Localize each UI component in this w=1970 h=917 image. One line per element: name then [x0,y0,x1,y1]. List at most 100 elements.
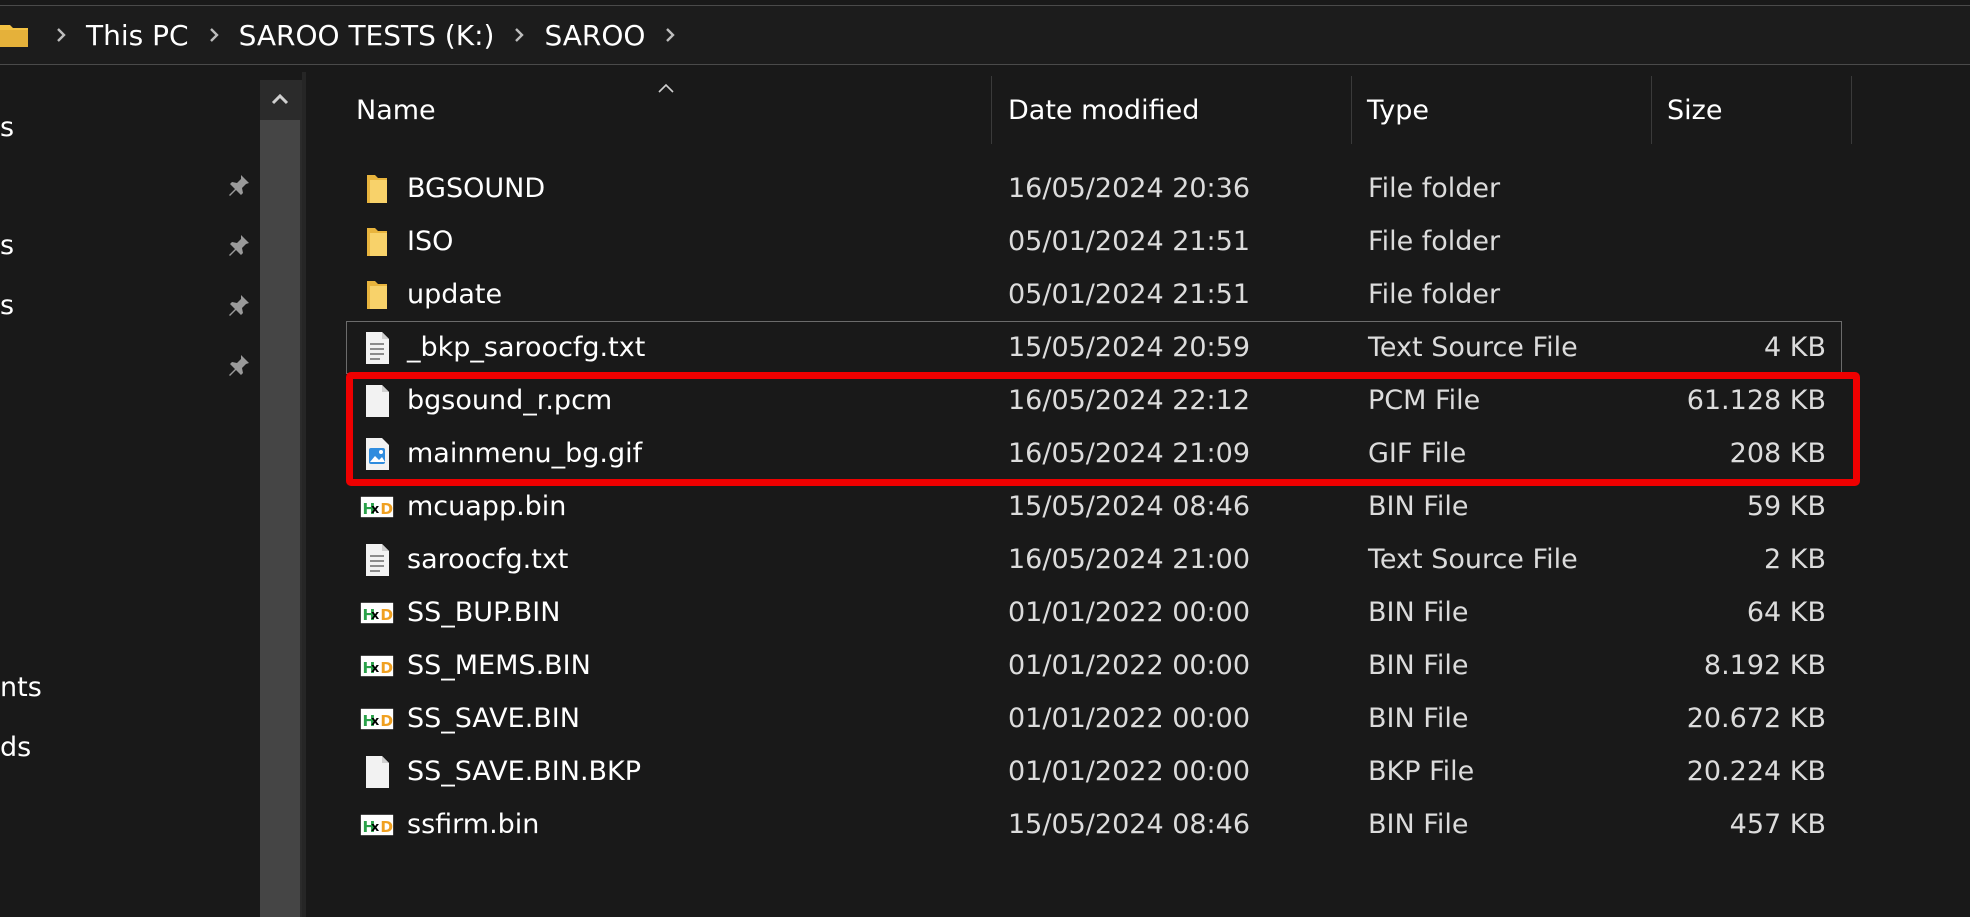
image-file-icon [360,427,394,480]
svg-text:D: D [380,658,393,676]
svg-text:x: x [371,660,380,675]
file-date: 01/01/2022 00:00 [1008,650,1251,681]
breadcrumb: This PC SAROO TESTS (K:) SAROO [50,6,681,64]
nav-item-label[interactable]: s [0,112,14,143]
column-header-size[interactable]: Size [1667,76,1722,144]
breadcrumb-drive[interactable]: SAROO TESTS (K:) [225,19,509,52]
file-type: PCM File [1368,385,1481,416]
file-name: _bkp_saroocfg.txt [407,332,646,363]
folder-icon [360,162,394,215]
column-header-type[interactable]: Type [1367,76,1429,144]
folder-icon [0,23,28,51]
column-header-name[interactable]: Name [356,76,436,144]
column-divider[interactable] [1851,76,1852,144]
chevron-right-icon[interactable] [659,27,681,43]
file-name: mainmenu_bg.gif [407,438,643,469]
file-row[interactable]: SS_SAVE.BIN.BKP 01/01/2022 00:00 BKP Fil… [346,745,1840,798]
svg-text:x: x [371,819,380,834]
file-row[interactable]: HxD mcuapp.bin 15/05/2024 08:46 BIN File… [346,480,1840,533]
chevron-right-icon[interactable] [508,27,530,43]
file-row[interactable]: HxD SS_BUP.BIN 01/01/2022 00:00 BIN File… [346,586,1840,639]
text-file-icon [360,533,394,586]
chevron-right-icon[interactable] [203,27,225,43]
column-divider[interactable] [1651,76,1652,144]
file-type: GIF File [1368,438,1467,469]
file-name: update [407,279,503,310]
file-date: 16/05/2024 21:09 [1008,438,1251,469]
file-size: 2 KB [1764,544,1826,575]
file-size: 20.672 KB [1686,703,1826,734]
file-row[interactable]: BGSOUND 16/05/2024 20:36 File folder [346,162,1840,215]
file-type: BIN File [1368,491,1469,522]
blank-file-icon [360,745,394,798]
pin-icon[interactable] [224,292,252,320]
file-type: BIN File [1368,809,1469,840]
chevron-right-icon[interactable] [50,27,72,43]
file-size: 208 KB [1729,438,1826,469]
file-size: 457 KB [1729,809,1826,840]
hxd-bin-icon: HxD [360,586,394,639]
file-date: 15/05/2024 20:59 [1008,332,1251,363]
file-row[interactable]: update 05/01/2024 21:51 File folder [346,268,1840,321]
file-row[interactable]: HxD SS_MEMS.BIN 01/01/2022 00:00 BIN Fil… [346,639,1840,692]
hxd-bin-icon: HxD [360,798,394,851]
column-divider[interactable] [1351,76,1352,144]
top-band: This PC SAROO TESTS (K:) SAROO [0,0,1970,72]
file-type: Text Source File [1368,332,1578,363]
blank-file-icon [360,374,394,427]
column-header-date[interactable]: Date modified [1008,76,1199,144]
file-type: BIN File [1368,703,1469,734]
nav-scrollbar[interactable] [260,80,302,917]
column-divider[interactable] [991,76,992,144]
file-size: 61.128 KB [1686,385,1826,416]
file-name: mcuapp.bin [407,491,567,522]
breadcrumb-this-pc[interactable]: This PC [72,19,203,52]
file-type: BKP File [1368,756,1475,787]
folder-icon [360,215,394,268]
file-type: Text Source File [1368,544,1578,575]
file-type: File folder [1368,173,1501,204]
file-date: 01/01/2022 00:00 [1008,756,1251,787]
file-row[interactable]: bgsound_r.pcm 16/05/2024 22:12 PCM File … [346,374,1840,427]
svg-text:D: D [380,605,393,623]
file-row[interactable]: HxD ssfirm.bin 15/05/2024 08:46 BIN File… [346,798,1840,851]
file-name: BGSOUND [407,173,546,204]
hxd-bin-icon: HxD [360,639,394,692]
file-date: 01/01/2022 00:00 [1008,597,1251,628]
file-date: 16/05/2024 21:00 [1008,544,1251,575]
svg-text:D: D [380,817,393,835]
file-row[interactable]: mainmenu_bg.gif 16/05/2024 21:09 GIF Fil… [346,427,1840,480]
scroll-up-icon[interactable] [260,80,300,118]
sort-ascending-icon [658,78,674,97]
svg-text:x: x [371,501,380,516]
file-name: SS_SAVE.BIN.BKP [407,756,642,787]
text-file-icon [360,321,394,374]
nav-item-label[interactable]: nts [0,672,42,703]
svg-text:D: D [380,499,393,517]
pin-icon[interactable] [224,172,252,200]
file-row-focused[interactable]: _bkp_saroocfg.txt 15/05/2024 20:59 Text … [346,321,1842,374]
file-type: File folder [1368,226,1501,257]
nav-item-label[interactable]: s [0,290,14,321]
scroll-thumb[interactable] [260,120,300,917]
file-name: bgsound_r.pcm [407,385,613,416]
file-size: 8.192 KB [1703,650,1826,681]
file-type: BIN File [1368,597,1469,628]
pin-icon[interactable] [224,352,252,380]
address-bar[interactable]: This PC SAROO TESTS (K:) SAROO [0,5,1970,65]
svg-text:x: x [371,713,380,728]
file-row[interactable]: saroocfg.txt 16/05/2024 21:00 Text Sourc… [346,533,1840,586]
file-size [1640,268,1826,321]
file-name: ssfirm.bin [407,809,540,840]
file-row[interactable]: HxD SS_SAVE.BIN 01/01/2022 00:00 BIN Fil… [346,692,1840,745]
file-name: SS_MEMS.BIN [407,650,591,681]
nav-item-label[interactable]: ds [0,732,31,763]
pin-icon[interactable] [224,232,252,260]
file-size: 4 KB [1764,332,1826,363]
file-size: 59 KB [1746,491,1826,522]
hxd-bin-icon: HxD [360,480,394,533]
breadcrumb-saroo[interactable]: SAROO [530,19,659,52]
file-row[interactable]: ISO 05/01/2024 21:51 File folder [346,215,1840,268]
nav-item-label[interactable]: s [0,230,14,261]
file-date: 15/05/2024 08:46 [1008,809,1251,840]
